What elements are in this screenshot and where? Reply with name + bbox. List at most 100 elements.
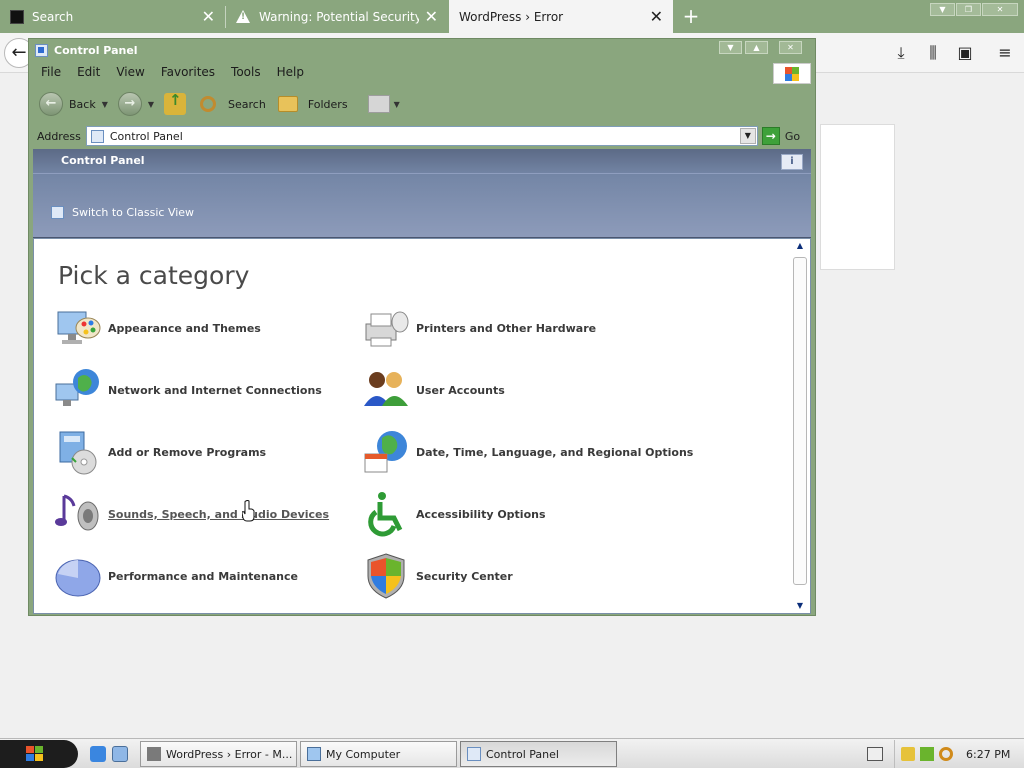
hand-cursor-icon bbox=[241, 500, 256, 522]
browser-tab-strip: Search ✕ Warning: Potential Security Ris… bbox=[0, 0, 1024, 33]
category-label: Appearance and Themes bbox=[108, 321, 261, 335]
info-icon[interactable]: i bbox=[781, 154, 803, 170]
network-tray-icon[interactable] bbox=[920, 747, 934, 761]
my-computer-icon bbox=[307, 747, 321, 761]
globe-icon bbox=[362, 428, 410, 476]
vertical-scrollbar[interactable]: ▲ ▼ bbox=[792, 241, 808, 611]
category-printers-hardware[interactable]: Printers and Other Hardware bbox=[362, 304, 596, 352]
header-divider bbox=[33, 173, 811, 174]
menu-icon[interactable]: ≡ bbox=[994, 42, 1016, 64]
browser-restore-button[interactable]: ❐ bbox=[956, 3, 981, 16]
address-label: Address bbox=[37, 129, 81, 143]
category-sounds-speech-audio[interactable]: Sounds, Speech, and Audio Devices bbox=[54, 490, 329, 538]
library-icon[interactable]: ⫼ bbox=[922, 42, 944, 64]
back-button[interactable]: Back bbox=[69, 98, 96, 111]
tab-search[interactable]: Search ✕ bbox=[0, 0, 225, 33]
security-shield-icon[interactable] bbox=[901, 747, 915, 761]
back-dropdown-icon[interactable]: ▼ bbox=[102, 100, 108, 109]
category-label: Security Center bbox=[416, 569, 513, 583]
user-accounts-icon bbox=[362, 366, 410, 414]
menu-view[interactable]: View bbox=[116, 65, 144, 79]
scroll-down-icon[interactable]: ▼ bbox=[795, 601, 805, 611]
browser-close-button[interactable]: ✕ bbox=[982, 3, 1018, 16]
appearance-icon bbox=[54, 304, 102, 352]
views-icon[interactable] bbox=[367, 95, 390, 113]
category-label: Printers and Other Hardware bbox=[416, 321, 597, 335]
internet-explorer-icon[interactable] bbox=[90, 746, 106, 762]
category-date-time-language[interactable]: Date, Time, Language, and Regional Optio… bbox=[362, 428, 693, 476]
tab-wordpress-error[interactable]: WordPress › Error ✕ bbox=[449, 0, 673, 33]
task-wordpress-error[interactable]: WordPress › Error - M... bbox=[140, 741, 297, 767]
tab-close-icon[interactable]: ✕ bbox=[425, 8, 438, 25]
keyboard-icon[interactable] bbox=[867, 747, 883, 761]
category-appearance-themes[interactable]: Appearance and Themes bbox=[54, 304, 261, 352]
task-my-computer[interactable]: My Computer bbox=[300, 741, 457, 767]
clock[interactable]: 6:27 PM bbox=[966, 748, 1010, 761]
accessibility-icon bbox=[362, 490, 410, 538]
scroll-up-icon[interactable]: ▲ bbox=[795, 241, 805, 251]
show-desktop-icon[interactable] bbox=[112, 746, 128, 762]
folder-up-icon[interactable] bbox=[164, 91, 187, 115]
category-network-internet[interactable]: Network and Internet Connections bbox=[54, 366, 322, 414]
forward-arrow-icon[interactable]: → bbox=[117, 92, 142, 116]
scroll-thumb[interactable] bbox=[793, 257, 807, 585]
page-title: Pick a category bbox=[58, 261, 250, 290]
start-button[interactable] bbox=[0, 740, 78, 768]
shield-icon bbox=[362, 552, 410, 600]
address-bar: Address Control Panel ▼ → Go bbox=[29, 125, 815, 147]
browser-minimize-button[interactable]: ▼ bbox=[930, 3, 955, 16]
sidebar-icon[interactable]: ▣ bbox=[954, 42, 976, 64]
folders-button[interactable]: Folders bbox=[308, 98, 348, 111]
tab-security-warning[interactable]: Warning: Potential Security Risk ✕ bbox=[226, 0, 448, 33]
tab-close-icon[interactable]: ✕ bbox=[650, 8, 663, 25]
taskbar: WordPress › Error - M... My Computer Con… bbox=[0, 738, 1024, 768]
search-button[interactable]: Search bbox=[228, 98, 266, 111]
close-button[interactable]: ✕ bbox=[779, 41, 802, 54]
address-dropdown-icon[interactable]: ▼ bbox=[739, 128, 756, 144]
download-icon[interactable]: ⤓ bbox=[890, 42, 912, 64]
category-accessibility-options[interactable]: Accessibility Options bbox=[362, 490, 546, 538]
menu-file[interactable]: File bbox=[41, 65, 61, 79]
go-button[interactable]: Go bbox=[785, 130, 800, 143]
window-title: Control Panel bbox=[54, 43, 138, 57]
control-panel-window: Control Panel ▼ ▲ ✕ File Edit View Favor… bbox=[28, 38, 816, 616]
back-arrow-icon[interactable]: ← bbox=[39, 92, 63, 116]
switch-classic-view-link[interactable]: Switch to Classic View bbox=[51, 206, 194, 219]
control-panel-icon bbox=[35, 43, 48, 57]
forward-dropdown-icon[interactable]: ▼ bbox=[148, 100, 154, 109]
go-arrow-icon[interactable]: → bbox=[761, 127, 780, 145]
control-panel-icon bbox=[467, 747, 481, 761]
task-label: WordPress › Error - M... bbox=[166, 747, 293, 761]
tab-close-icon[interactable]: ✕ bbox=[202, 8, 215, 25]
control-panel-icon bbox=[51, 206, 64, 219]
menu-tools[interactable]: Tools bbox=[231, 65, 261, 79]
category-performance-maintenance[interactable]: Performance and Maintenance bbox=[54, 552, 298, 600]
control-panel-icon bbox=[90, 129, 104, 143]
switch-view-label: Switch to Classic View bbox=[72, 206, 195, 219]
page-content-box bbox=[820, 124, 895, 270]
maximize-button[interactable]: ▲ bbox=[745, 41, 768, 54]
address-input[interactable]: Control Panel ▼ bbox=[85, 126, 758, 146]
category-security-center[interactable]: Security Center bbox=[362, 552, 513, 600]
category-user-accounts[interactable]: User Accounts bbox=[362, 366, 505, 414]
folders-icon[interactable] bbox=[277, 96, 298, 112]
search-icon[interactable] bbox=[200, 96, 217, 112]
window-title-bar[interactable]: Control Panel ▼ ▲ ✕ bbox=[29, 39, 815, 61]
category-label: Performance and Maintenance bbox=[108, 569, 298, 583]
menu-favorites[interactable]: Favorites bbox=[161, 65, 215, 79]
warning-icon bbox=[236, 10, 250, 23]
header-title: Control Panel bbox=[61, 154, 145, 167]
menu-edit[interactable]: Edit bbox=[77, 65, 100, 79]
task-control-panel[interactable]: Control Panel bbox=[460, 741, 617, 767]
category-add-remove-programs[interactable]: Add or Remove Programs bbox=[54, 428, 266, 476]
windows-logo-icon bbox=[773, 63, 811, 84]
minimize-button[interactable]: ▼ bbox=[719, 41, 742, 54]
search-tray-icon[interactable] bbox=[939, 747, 953, 761]
views-dropdown-icon[interactable]: ▼ bbox=[394, 100, 400, 109]
category-label: Sounds, Speech, and Audio Devices bbox=[108, 507, 330, 521]
category-label: Network and Internet Connections bbox=[108, 383, 322, 397]
new-tab-button[interactable]: + bbox=[680, 4, 702, 28]
task-pane-header: Control Panel i Switch to Classic View bbox=[33, 149, 811, 238]
menu-help[interactable]: Help bbox=[277, 65, 304, 79]
system-tray: 6:27 PM bbox=[894, 740, 1024, 768]
